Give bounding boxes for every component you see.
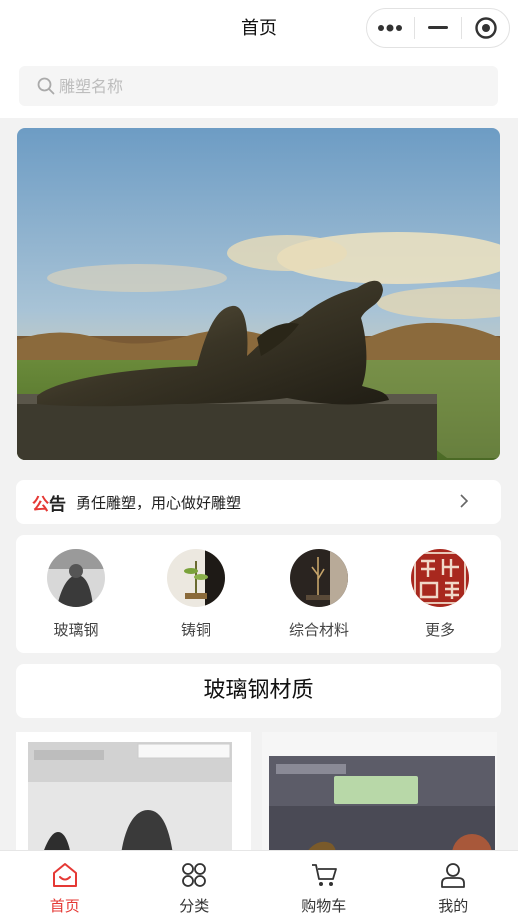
product-card[interactable] <box>16 732 251 862</box>
category-more[interactable]: 更多 <box>390 549 490 640</box>
search-input[interactable] <box>59 76 479 96</box>
user-icon <box>441 863 466 888</box>
tab-home-label: 首页 <box>49 897 80 915</box>
category-bronze-image <box>167 549 225 607</box>
category-label: 综合材料 <box>288 621 349 639</box>
minimize-button[interactable] <box>415 9 462 47</box>
bronze-sculpture-thumbnail <box>167 549 225 607</box>
tab-category[interactable]: 分类 <box>130 851 260 920</box>
category-more-image <box>411 549 469 607</box>
tab-category-label: 分类 <box>179 897 210 915</box>
target-icon <box>474 17 497 39</box>
minus-icon <box>428 26 448 29</box>
home-icon <box>52 863 77 887</box>
bottom-tab-bar: 首页 分类 购物车 我的 <box>0 850 518 920</box>
category-mixed-materials[interactable]: 综合材料 <box>269 549 369 640</box>
category-mixed-image <box>290 549 348 607</box>
cart-icon <box>311 864 337 886</box>
tab-cart-label: 购物车 <box>301 897 347 915</box>
banner-image[interactable] <box>17 128 500 460</box>
product-image <box>262 732 497 862</box>
chevron-right-icon <box>460 494 469 508</box>
announcement-tag-dark: 告 <box>49 494 66 515</box>
more-dots-icon <box>378 24 403 32</box>
seal-logo-thumbnail <box>411 549 469 607</box>
announcement-text: 勇任雕塑，用心做好雕塑 <box>76 493 242 512</box>
category-label: 铸铜 <box>180 621 211 639</box>
category-fiberglass-image <box>47 549 105 607</box>
close-program-button[interactable] <box>462 9 509 47</box>
tab-profile-label: 我的 <box>438 897 469 915</box>
section-title: 玻璃钢材质 <box>16 664 501 718</box>
tab-home[interactable]: 首页 <box>0 851 130 920</box>
category-fiberglass[interactable]: 玻璃钢 <box>26 549 126 640</box>
more-menu-button[interactable] <box>367 9 414 47</box>
search-icon <box>37 77 55 95</box>
product-image <box>16 732 251 862</box>
announcement-tag-red: 公 <box>32 494 49 515</box>
mini-program-capsule <box>366 8 510 48</box>
search-box[interactable] <box>19 66 498 106</box>
search-section <box>0 56 518 118</box>
tab-cart[interactable]: 购物车 <box>259 851 389 920</box>
category-icon <box>182 863 207 887</box>
fiberglass-sculpture-thumbnail <box>47 549 105 607</box>
product-card[interactable] <box>262 732 497 862</box>
category-label: 更多 <box>424 621 455 639</box>
announcement-bar[interactable]: 公告 勇任雕塑，用心做好雕塑 <box>16 480 501 524</box>
sculpture-banner-photo <box>17 128 500 460</box>
category-label: 玻璃钢 <box>53 621 99 639</box>
category-bronze[interactable]: 铸铜 <box>146 549 246 640</box>
announcement-tag: 公告 <box>32 490 66 515</box>
category-grid: 玻璃钢 铸铜 综合材料 更多 <box>16 535 501 653</box>
nav-bar: 首页 <box>0 0 518 56</box>
tab-profile[interactable]: 我的 <box>389 851 518 920</box>
mixed-material-sculpture-thumbnail <box>290 549 348 607</box>
